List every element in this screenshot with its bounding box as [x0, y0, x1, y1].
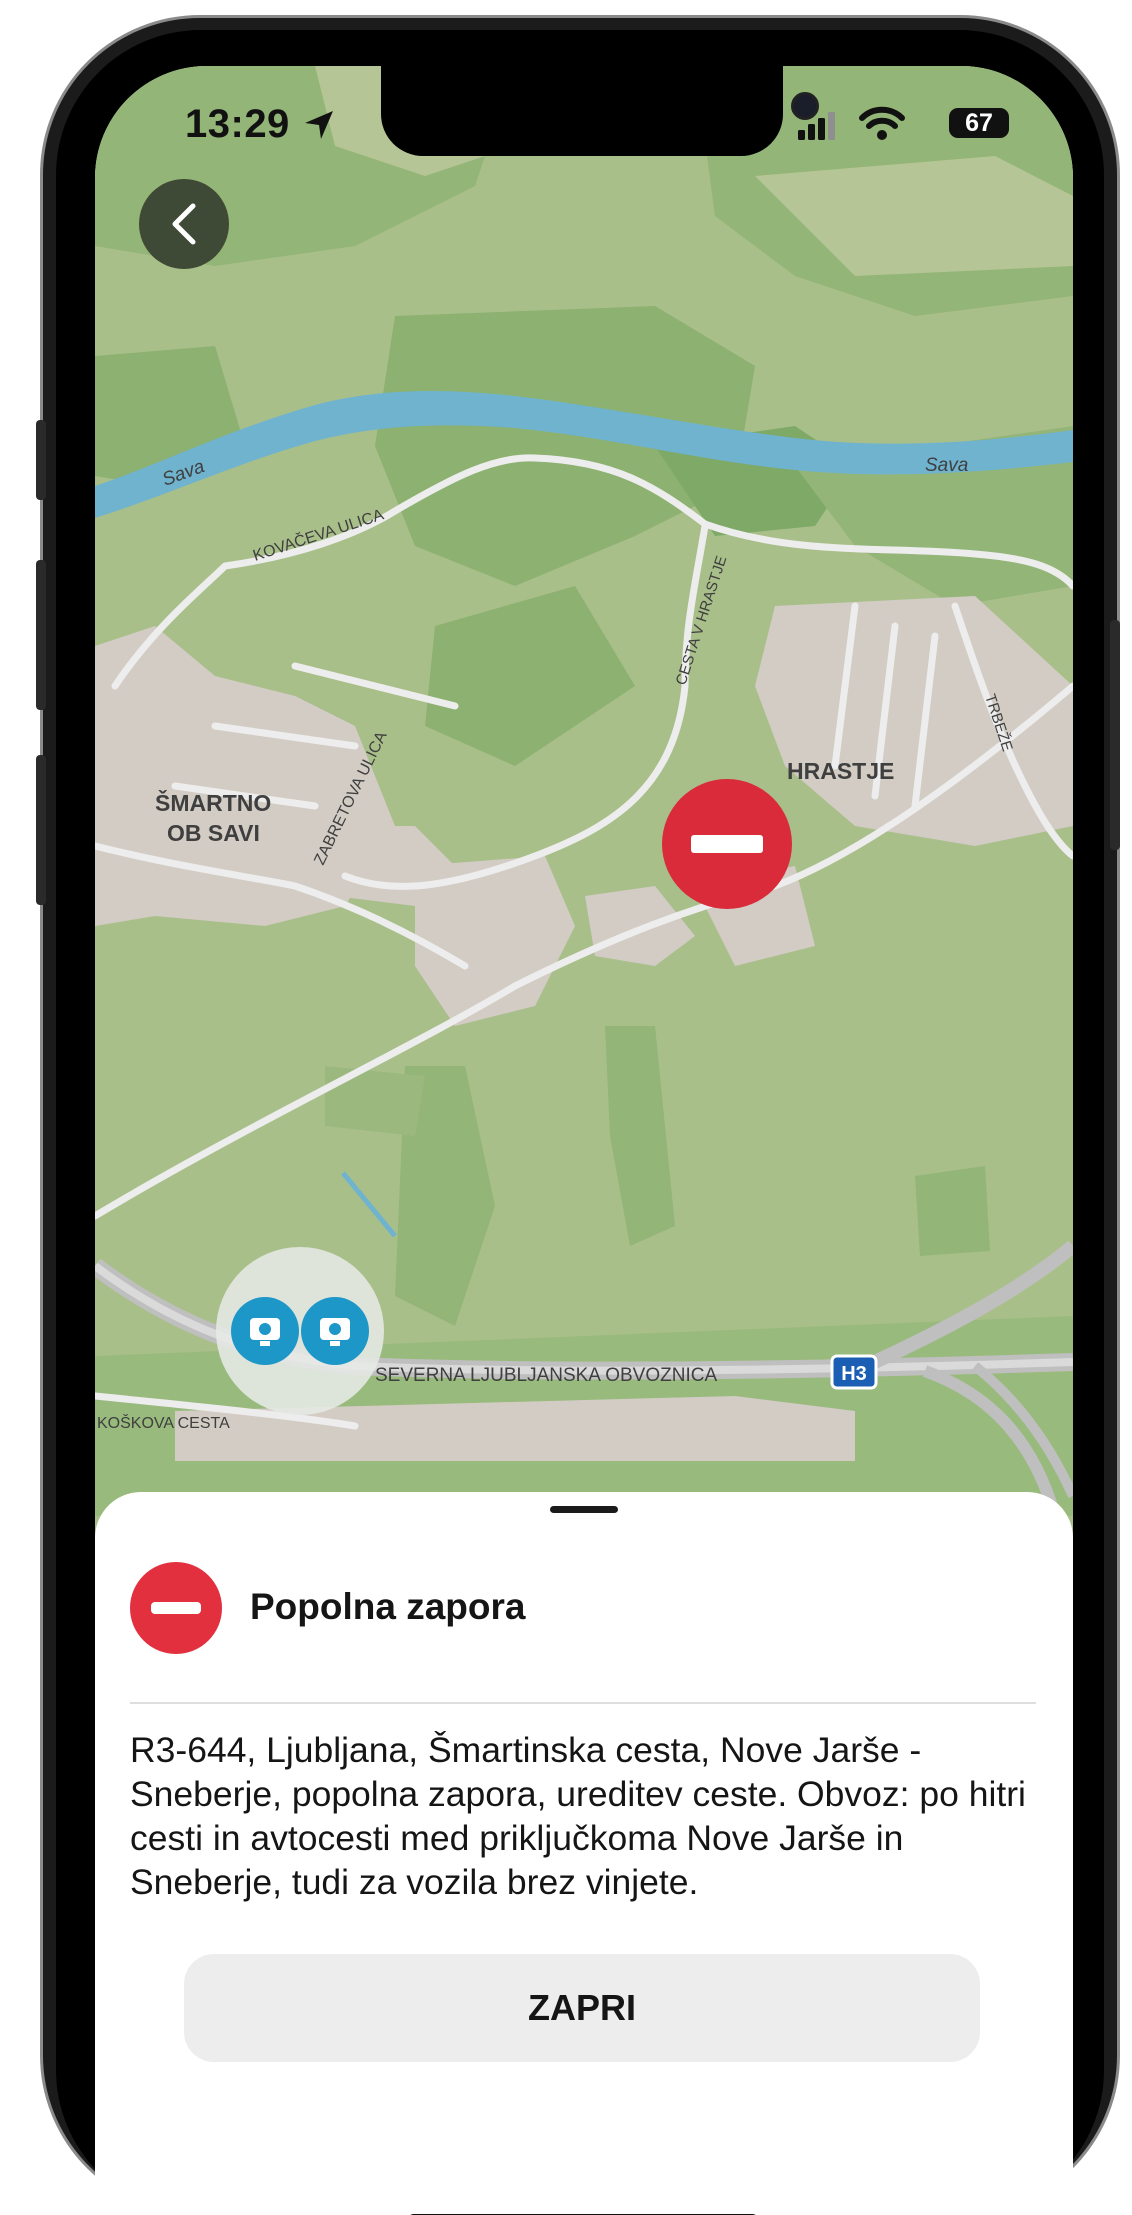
place-label-smartno-1: ŠMARTNO: [155, 789, 271, 816]
sheet-title: Popolna zapora: [250, 1586, 526, 1627]
place-label-hrastje: HRASTJE: [787, 758, 894, 784]
street-label-koskova: KOŠKOVA CESTA: [97, 1413, 230, 1432]
divider: [130, 1702, 1036, 1704]
detail-sheet: Popolna zapora R3-644, Ljubljana, Šmarti…: [95, 1492, 1073, 2215]
close-button[interactable]: ZAPRI: [184, 1954, 980, 2062]
sheet-grabber[interactable]: [550, 1506, 618, 1513]
map-view[interactable]: Sava Sava KOVAČEVA ULICA CESTA V HRASTJE…: [95, 66, 1073, 1516]
place-label-smartno-2: OB SAVI: [167, 820, 260, 846]
street-label-obvoznica: SEVERNA LJUBLJANSKA OBVOZNICA: [375, 1365, 717, 1386]
no-entry-icon: [130, 1562, 222, 1654]
power-button: [1110, 620, 1120, 850]
battery-indicator: 67: [949, 108, 1009, 138]
notch: [381, 66, 819, 156]
river-label-right: Sava: [925, 455, 968, 476]
status-time: 13:29: [185, 102, 335, 147]
location-arrow-icon: [305, 111, 334, 139]
chevron-left-icon: [172, 203, 196, 245]
back-button[interactable]: [139, 179, 229, 269]
road-closure-marker[interactable]: [662, 779, 792, 909]
speed-camera-cluster[interactable]: [216, 1247, 384, 1415]
closure-description: R3-644, Ljubljana, Šmartinska cesta, Nov…: [130, 1730, 1026, 1902]
volume-down-button: [36, 755, 46, 905]
svg-text:H3: H3: [841, 1363, 867, 1385]
volume-up-button: [36, 560, 46, 710]
highway-shield: H3: [830, 1354, 878, 1390]
phone-screen: Sava Sava KOVAČEVA ULICA CESTA V HRASTJE…: [95, 66, 1073, 2215]
wifi-icon: [859, 106, 905, 140]
silent-switch: [36, 420, 46, 500]
cellular-signal-icon: [798, 112, 835, 140]
